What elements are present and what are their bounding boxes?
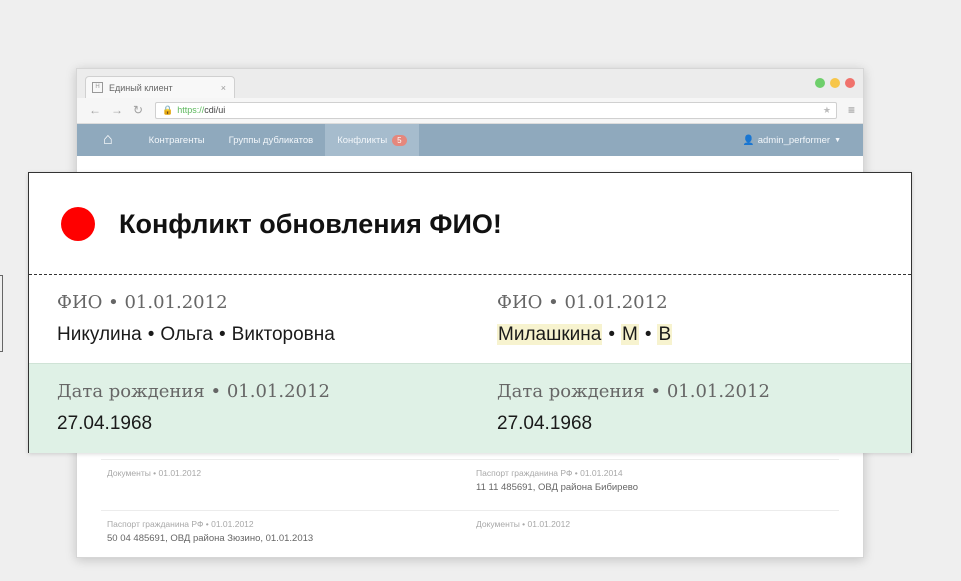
nav-item-conflicts-label: Конфликты xyxy=(337,134,388,146)
table-row: Документы • 01.01.2012 Паспорт гражданин… xyxy=(101,459,839,510)
address-row: ← → ↻ 🔒 https://cdi/ui ★ ≡ xyxy=(77,98,863,124)
conflict-header: Конфликт обновления ФИО! xyxy=(29,173,911,275)
table-cell: Документы • 01.01.2012 xyxy=(101,460,470,510)
birth-left-column[interactable]: Дата рождения • 01.01.2012 27.04.1968 xyxy=(57,364,330,436)
last-name-highlighted: Милашкина xyxy=(497,324,603,345)
nav-item-duplicate-groups[interactable]: Группы дубликатов xyxy=(217,124,326,156)
tab-close-icon[interactable]: × xyxy=(221,83,226,93)
lock-icon: 🔒 xyxy=(162,105,174,115)
last-name: Никулина xyxy=(57,324,142,345)
back-arrow-icon[interactable]: ← xyxy=(89,103,101,117)
birth-right-column[interactable]: Дата рождения • 01.01.2012 27.04.1968 xyxy=(497,364,770,436)
birth-right-value: 27.04.1968 xyxy=(497,413,593,434)
document-value: 50 04 485691, ОВД района Зюзино, 01.01.2… xyxy=(107,533,314,544)
document-label: Документы • 01.01.2012 xyxy=(107,468,202,478)
bookmark-star-icon[interactable]: ★ xyxy=(823,103,831,118)
first-name: Ольга xyxy=(160,324,213,345)
table-cell: Паспорт гражданина РФ • 01.01.2014 11 11… xyxy=(470,460,839,510)
chevron-down-icon: ▼ xyxy=(834,136,841,144)
separator: • xyxy=(219,324,226,345)
document-label: Документы • 01.01.2012 xyxy=(476,519,571,529)
browser-tab[interactable]: H Единый клиент × xyxy=(85,76,235,98)
window-controls xyxy=(815,78,855,88)
close-window-icon[interactable] xyxy=(845,78,855,88)
home-icon[interactable]: ⌂ xyxy=(103,131,113,149)
name-left-column[interactable]: ФИО • 01.01.2012 Никулина • Ольга • Викторов… xyxy=(57,275,335,347)
user-name: admin_performer xyxy=(757,134,831,146)
first-name-highlighted: М xyxy=(620,324,639,345)
separator: • xyxy=(644,324,652,345)
background-documents-table: Документы • 01.01.2012 Паспорт гражданин… xyxy=(101,459,839,561)
favicon-icon: H xyxy=(92,82,103,93)
birthdate-comparison-row: Дата рождения • 01.01.2012 27.04.1968 Да… xyxy=(29,363,911,453)
nav-item-counterparties[interactable]: Контрагенты xyxy=(137,124,217,156)
user-menu[interactable]: 👤 admin_performer ▼ xyxy=(743,124,841,156)
conflict-card: Конфликт обновления ФИО! ФИО • 01.01.201… xyxy=(28,172,912,453)
middle-name: Викторовна xyxy=(231,324,335,345)
table-row: Паспорт гражданина РФ • 01.01.2012 50 04… xyxy=(101,510,839,561)
name-right-label: ФИО • 01.01.2012 xyxy=(497,292,668,313)
address-bar[interactable]: 🔒 https://cdi/ui ★ xyxy=(155,102,837,119)
separator: • xyxy=(608,324,615,345)
tab-bar: H Единый клиент × xyxy=(77,69,863,98)
middle-name-highlighted: В xyxy=(657,324,673,345)
name-left-value: Никулина • Ольга • Викторовна xyxy=(57,323,335,347)
url-scheme: https:// xyxy=(177,105,205,115)
name-right-value: Милашкина • М • В xyxy=(497,323,673,347)
url-path: cdi/ui xyxy=(204,105,226,115)
separator: • xyxy=(147,324,155,345)
conflict-status-icon xyxy=(61,207,95,241)
nav-item-conflicts[interactable]: Конфликты 5 xyxy=(325,124,419,156)
birth-left-label: Дата рождения • 01.01.2012 xyxy=(57,381,330,402)
document-label: Паспорт гражданина РФ • 01.01.2014 xyxy=(476,468,623,478)
name-comparison-row: ФИО • 01.01.2012 Никулина • Ольга • Викторов… xyxy=(29,275,911,363)
edge-frame xyxy=(0,275,3,352)
reload-icon[interactable]: ↻ xyxy=(133,103,143,117)
minimize-icon[interactable] xyxy=(830,78,840,88)
name-left-label: ФИО • 01.01.2012 xyxy=(57,292,228,313)
table-cell: Документы • 01.01.2012 xyxy=(470,511,839,561)
document-label: Паспорт гражданина РФ • 01.01.2012 xyxy=(107,519,254,529)
birth-right-label: Дата рождения • 01.01.2012 xyxy=(497,381,770,402)
app-navbar: ⌂ Контрагенты Группы дубликатов Конфликт… xyxy=(77,124,863,156)
forward-arrow-icon[interactable]: → xyxy=(111,103,123,117)
tab-title: Единый клиент xyxy=(109,82,173,93)
browser-menu-icon[interactable]: ≡ xyxy=(848,103,855,117)
document-value: 11 11 485691, ОВД района Бибирево xyxy=(476,482,638,493)
birth-left-value: 27.04.1968 xyxy=(57,413,153,434)
conflicts-count-badge: 5 xyxy=(392,134,407,146)
maximize-icon[interactable] xyxy=(815,78,825,88)
user-icon: 👤 xyxy=(742,134,755,146)
table-cell: Паспорт гражданина РФ • 01.01.2012 50 04… xyxy=(101,511,470,561)
conflict-title: Конфликт обновления ФИО! xyxy=(119,209,502,239)
name-right-column[interactable]: ФИО • 01.01.2012 Милашкина • М • В xyxy=(497,275,673,347)
